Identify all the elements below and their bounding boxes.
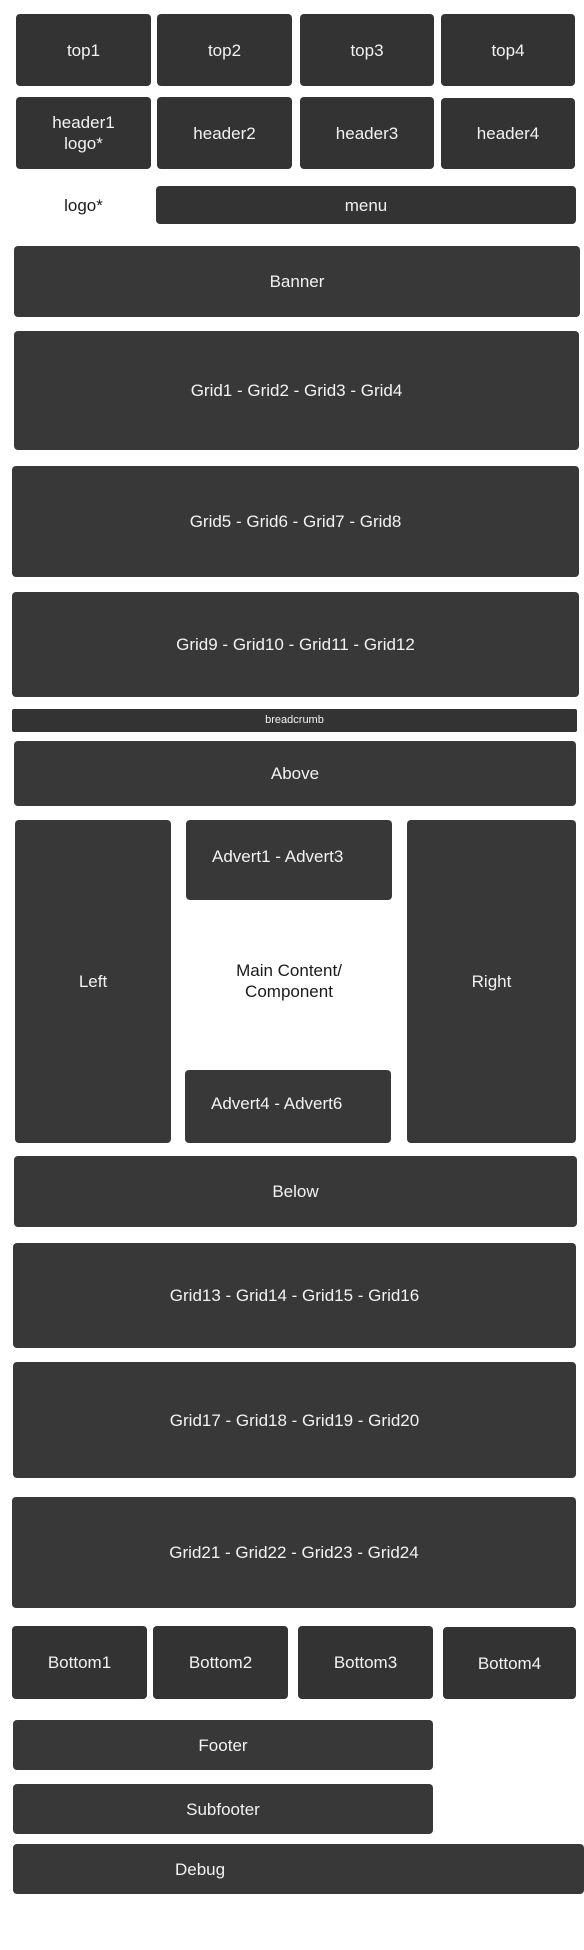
- position-label: top1: [66, 40, 101, 60]
- position-label: Grid17 - Grid18 - Grid19 - Grid20: [169, 1410, 420, 1430]
- position-label: top2: [207, 40, 242, 60]
- position-debug: Debug: [13, 1844, 584, 1894]
- position-label: Grid13 - Grid14 - Grid15 - Grid16: [169, 1286, 420, 1305]
- position-label: menu: [344, 195, 388, 215]
- position-label: Grid9 - Grid10 - Grid11 - Grid12: [176, 635, 415, 654]
- position-label: Above: [270, 764, 320, 783]
- position-top1: top1: [16, 14, 151, 86]
- position-bottom3: Bottom3: [298, 1626, 433, 1699]
- position-top2: top2: [157, 14, 292, 86]
- position-label: Left: [78, 972, 108, 991]
- position-grid-1-4: Grid1 - Grid2 - Grid3 - Grid4: [14, 331, 579, 450]
- position-grid-21-24: Grid21 - Grid22 - Grid23 - Grid24: [12, 1497, 576, 1608]
- position-bottom1: Bottom1: [12, 1626, 147, 1699]
- position-header2: header2: [157, 97, 292, 169]
- position-label: Banner: [269, 272, 325, 291]
- position-advert-4-6: Advert4 - Advert6: [185, 1070, 391, 1143]
- position-header3: header3: [300, 97, 434, 169]
- position-label: Grid21 - Grid22 - Grid23 - Grid24: [169, 1543, 419, 1562]
- position-label: header1: [52, 113, 115, 132]
- position-label: Bottom2: [188, 1653, 253, 1672]
- position-label: breadcrumb: [265, 714, 324, 726]
- position-label: Footer: [198, 1735, 248, 1755]
- position-grid-17-20: Grid17 - Grid18 - Grid19 - Grid20: [13, 1362, 576, 1478]
- position-grid-5-8: Grid5 - Grid6 - Grid7 - Grid8: [12, 466, 579, 577]
- position-below: Below: [14, 1156, 577, 1227]
- position-grid-9-12: Grid9 - Grid10 - Grid11 - Grid12: [12, 592, 579, 697]
- position-right: Right: [407, 820, 576, 1143]
- position-label: top3: [350, 40, 384, 60]
- position-footer: Footer: [13, 1720, 433, 1770]
- position-header4: header4: [441, 98, 575, 169]
- main-content: Main Content/ Component: [186, 955, 392, 1007]
- position-label: Below: [272, 1182, 319, 1201]
- position-label: Advert4 - Advert6: [211, 1094, 343, 1113]
- position-header1: header1 logo*: [16, 97, 151, 169]
- position-label: header2: [193, 123, 256, 143]
- position-label: Bottom1: [47, 1653, 112, 1672]
- position-label: Grid1 - Grid2 - Grid3 - Grid4: [190, 381, 403, 400]
- position-label: Right: [471, 972, 512, 991]
- position-label: Grid5 - Grid6 - Grid7 - Grid8: [189, 512, 402, 531]
- position-label: Debug: [175, 1859, 226, 1879]
- position-label: Bottom3: [333, 1653, 398, 1672]
- position-grid-13-16: Grid13 - Grid14 - Grid15 - Grid16: [13, 1243, 576, 1348]
- position-label: header3: [335, 123, 399, 143]
- position-bottom4: Bottom4: [443, 1627, 576, 1699]
- position-advert-1-3: Advert1 - Advert3: [186, 820, 392, 900]
- position-label: top4: [491, 40, 525, 60]
- position-label: logo*: [64, 134, 103, 153]
- position-label: Advert1 - Advert3: [212, 846, 344, 866]
- position-bottom2: Bottom2: [153, 1626, 288, 1699]
- main-content-label: Component: [245, 982, 333, 1001]
- position-label: Bottom4: [477, 1653, 542, 1673]
- position-subfooter: Subfooter: [13, 1784, 433, 1834]
- main-content-label: Main Content/: [236, 961, 342, 980]
- position-left: Left: [15, 820, 171, 1143]
- position-breadcrumb: breadcrumb: [12, 709, 577, 732]
- position-label: header4: [476, 124, 540, 143]
- position-menu: menu: [156, 186, 576, 224]
- position-top3: top3: [300, 14, 434, 86]
- position-logo: logo*: [16, 186, 151, 224]
- position-banner: Banner: [14, 246, 580, 317]
- position-label: Subfooter: [186, 1799, 260, 1819]
- position-above: Above: [14, 741, 576, 806]
- position-label: logo*: [64, 195, 103, 215]
- position-top4: top4: [441, 14, 575, 86]
